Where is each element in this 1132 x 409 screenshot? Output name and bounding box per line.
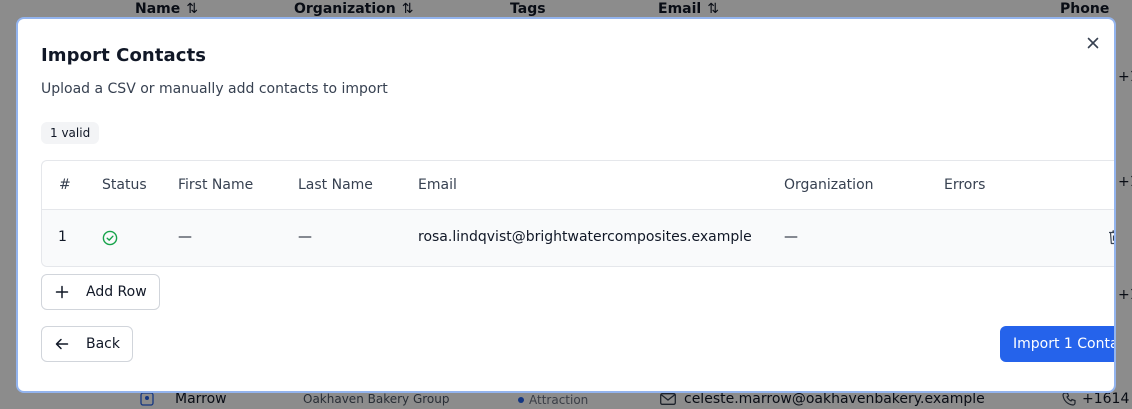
close-icon	[1087, 37, 1099, 49]
import-contacts-button[interactable]: Import 1 Contact	[1000, 326, 1114, 362]
row-first-name[interactable]: —	[178, 229, 192, 245]
trash-icon[interactable]	[1108, 229, 1116, 245]
arrow-left-icon	[55, 338, 69, 350]
row-organization[interactable]: —	[784, 229, 798, 245]
column-header-email: Email	[418, 177, 457, 193]
column-header-errors: Errors	[944, 177, 986, 193]
import-preview-table: # Status First Name Last Name Email Orga…	[41, 160, 1116, 267]
column-header-organization: Organization	[784, 177, 874, 193]
add-row-button[interactable]: Add Row	[41, 274, 160, 310]
column-header-first-name: First Name	[178, 177, 254, 193]
column-header-status: Status	[102, 177, 147, 193]
plus-icon	[55, 285, 69, 299]
import-contacts-dialog: Import Contacts Upload a CSV or manually…	[16, 17, 1116, 393]
table-header: # Status First Name Last Name Email Orga…	[42, 161, 1114, 210]
row-email[interactable]: rosa.lindqvist@brightwatercomposites.exa…	[418, 229, 752, 245]
column-header-index: #	[59, 177, 71, 193]
column-header-last-name: Last Name	[298, 177, 373, 193]
add-row-label: Add Row	[86, 284, 147, 300]
check-circle-icon	[102, 230, 118, 246]
valid-count-badge: 1 valid	[41, 122, 100, 144]
back-label: Back	[86, 336, 120, 352]
table-row: 1 — — rosa.lindqvist@brightwatercomposit…	[42, 210, 1116, 266]
back-button[interactable]: Back	[41, 326, 133, 362]
row-index: 1	[58, 229, 67, 245]
row-last-name[interactable]: —	[298, 229, 312, 245]
close-button[interactable]	[1083, 33, 1103, 53]
dialog-title: Import Contacts	[41, 45, 207, 66]
dialog-subtitle: Upload a CSV or manually add contacts to…	[41, 81, 388, 97]
